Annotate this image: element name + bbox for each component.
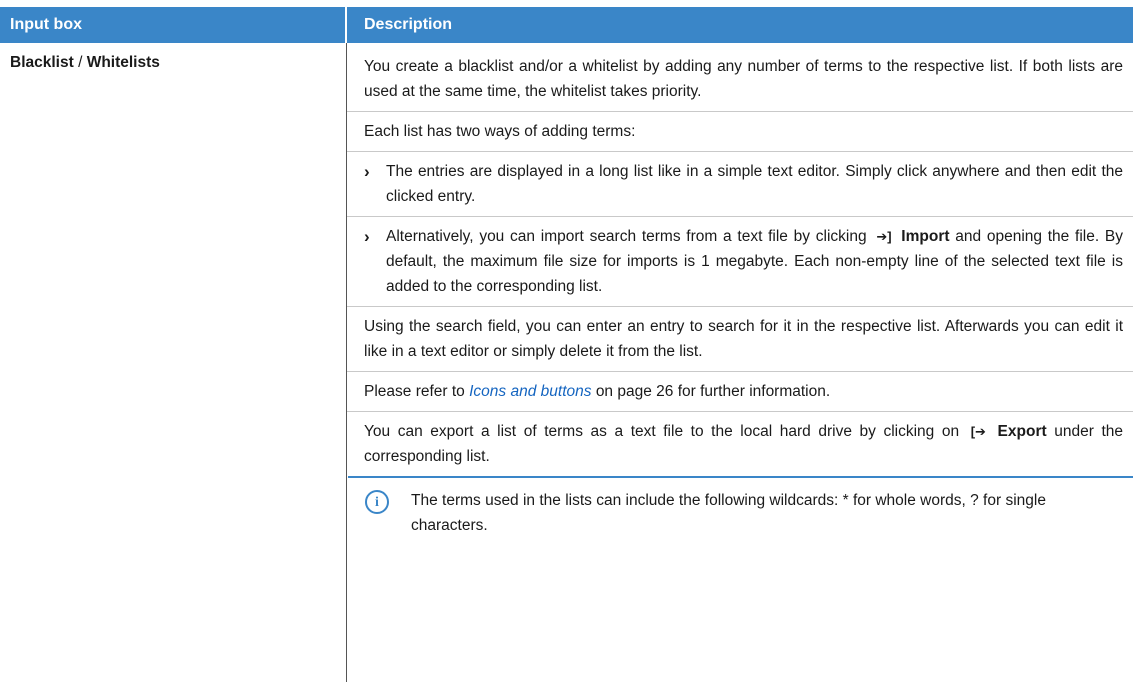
description-table: Input box Description Blacklist / Whitel… bbox=[0, 7, 1133, 682]
header-input-box: Input box bbox=[0, 7, 347, 43]
row-description: You create a blacklist and/or a whitelis… bbox=[347, 43, 1133, 682]
bullet-2-pre: Alternatively, you can import search ter… bbox=[386, 228, 867, 245]
note-text: The terms used in the lists can include … bbox=[411, 492, 1046, 534]
import-icon: ➔] bbox=[876, 229, 892, 244]
export-button-label: Export bbox=[997, 423, 1047, 440]
bullet-chevron-icon: › bbox=[364, 162, 370, 181]
label-whitelists: Whitelists bbox=[86, 54, 160, 71]
description-paragraph-4: Please refer to Icons and buttons on pag… bbox=[347, 372, 1133, 412]
row-label: Blacklist / Whitelists bbox=[0, 43, 347, 682]
info-note: i The terms used in the lists can includ… bbox=[348, 476, 1133, 544]
p4-pre: Please refer to bbox=[364, 383, 465, 400]
icons-and-buttons-link[interactable]: Icons and buttons bbox=[469, 383, 591, 400]
label-blacklist: Blacklist bbox=[10, 54, 74, 71]
bullet-text-1: The entries are displayed in a long list… bbox=[386, 163, 1123, 205]
list-item: › Alternatively, you can import search t… bbox=[347, 217, 1133, 307]
bullet-text-2: Alternatively, you can import search ter… bbox=[386, 224, 1123, 299]
header-description: Description bbox=[364, 16, 453, 33]
description-paragraph-1: You create a blacklist and/or a whitelis… bbox=[347, 43, 1133, 112]
export-icon: [➔ bbox=[970, 424, 986, 439]
description-paragraph-5: You can export a list of terms as a text… bbox=[347, 412, 1133, 476]
list-item: › The entries are displayed in a long li… bbox=[347, 152, 1133, 217]
info-icon: i bbox=[365, 490, 389, 514]
label-separator: / bbox=[73, 54, 87, 71]
bullet-chevron-icon: › bbox=[364, 227, 370, 246]
import-button-label: Import bbox=[901, 228, 950, 245]
p5-pre: You can export a list of terms as a text… bbox=[364, 423, 960, 440]
table-row: Blacklist / Whitelists You create a blac… bbox=[0, 43, 1133, 682]
p4-post: on page 26 for further information. bbox=[595, 383, 831, 400]
description-paragraph-2: Each list has two ways of adding terms: bbox=[347, 112, 1133, 152]
description-paragraph-3: Using the search field, you can enter an… bbox=[347, 307, 1133, 372]
table-header: Input box Description bbox=[0, 7, 1133, 43]
